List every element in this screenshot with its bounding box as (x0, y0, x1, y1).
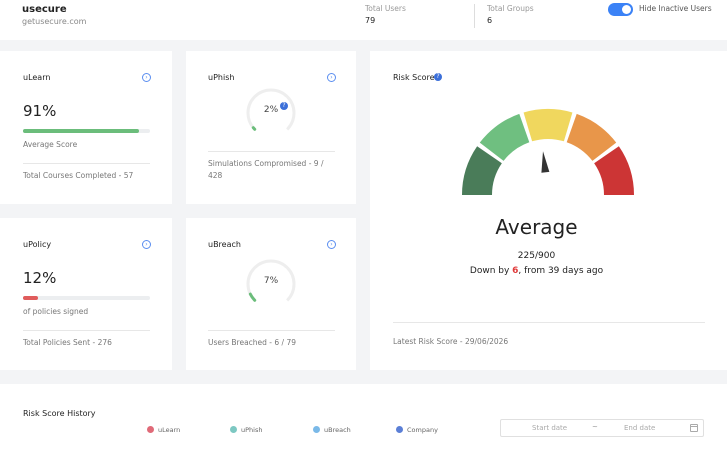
ulearn-footer: Total Courses Completed - 57 (23, 171, 134, 180)
total-groups-stat: Total Groups 6 (487, 4, 534, 25)
ulearn-title: uLearn (23, 73, 51, 82)
uphish-footer-line1: Simulations Compromised - 9 / (208, 159, 324, 168)
ulearn-progress-fill (23, 129, 139, 133)
help-icon[interactable]: ? (280, 102, 288, 110)
legend-company[interactable]: Company (407, 426, 438, 434)
risk-change-suffix: , from 39 days ago (518, 266, 604, 276)
hide-inactive-label: Hide Inactive Users (639, 4, 712, 13)
uphish-title: uPhish (208, 73, 235, 82)
company-domain: getusecure.com (22, 17, 87, 26)
toggle-knob (622, 5, 631, 14)
ubreach-footer: Users Breached - 6 / 79 (208, 338, 296, 347)
hide-inactive-toggle[interactable] (608, 3, 633, 16)
upolicy-progress-fill (23, 296, 39, 300)
upolicy-sub-label: of policies signed (23, 307, 89, 316)
upolicy-progress-track (23, 296, 150, 300)
ulearn-percent: 91% (23, 102, 57, 120)
legend-dot-uphish (230, 426, 237, 433)
risk-change: Down by 6, from 39 days ago (370, 266, 703, 276)
risk-score-value: 225/900 (517, 251, 556, 261)
risk-history-card: Risk Score History (0, 384, 727, 450)
legend-ubreach[interactable]: uBreach (324, 426, 351, 434)
divider (208, 330, 335, 331)
start-date-input[interactable]: Start date (532, 424, 567, 432)
legend-dot-company (396, 426, 403, 433)
total-groups-value: 6 (487, 16, 493, 25)
risk-gauge (462, 109, 634, 195)
risk-score-card: Risk Score ? Latest Risk Score - 29/06/2… (370, 51, 727, 370)
total-users-stat: Total Users 79 (365, 4, 406, 25)
stat-divider (474, 4, 475, 28)
divider (23, 330, 150, 331)
risk-level: Average (495, 215, 578, 239)
divider (23, 163, 150, 164)
risk-latest: Latest Risk Score - 29/06/2026 (393, 337, 509, 346)
risk-change-prefix: Down by (469, 266, 513, 276)
header: usecure getusecure.com Total Users 79 To… (0, 0, 727, 40)
divider (208, 151, 335, 152)
ulearn-card: uLearn › 91% Average Score Total Courses… (0, 51, 172, 204)
legend-ulearn[interactable]: uLearn (158, 426, 180, 434)
date-range-picker[interactable]: Start date ~ End date (500, 419, 704, 437)
uphish-footer-line2: 428 (208, 171, 223, 180)
info-icon[interactable]: › (142, 240, 151, 249)
gauge-segments (462, 109, 634, 195)
uphish-card: uPhish › 2% ? Simulations Compromised - … (186, 51, 356, 204)
upolicy-footer: Total Policies Sent - 276 (23, 338, 112, 347)
calendar-icon[interactable] (690, 424, 698, 432)
risk-history-title: Risk Score History (23, 409, 96, 418)
risk-score-title: Risk Score (393, 73, 435, 82)
ulearn-progress-track (23, 129, 150, 133)
upolicy-card: uPolicy › 12% of policies signed Total P… (0, 218, 172, 370)
info-icon[interactable]: › (327, 240, 336, 249)
company-name: usecure (22, 4, 67, 15)
legend-dot-ulearn (147, 426, 154, 433)
total-users-value: 79 (365, 16, 376, 25)
upolicy-title: uPolicy (23, 240, 52, 249)
legend-dot-ubreach (313, 426, 320, 433)
info-icon[interactable]: › (142, 73, 151, 82)
upolicy-percent: 12% (23, 269, 57, 287)
info-icon[interactable]: › (327, 73, 336, 82)
total-groups-label: Total Groups (487, 4, 534, 13)
ubreach-title: uBreach (208, 240, 241, 249)
date-separator: ~ (592, 423, 598, 431)
ubreach-percent: 7% (263, 276, 279, 286)
divider (393, 322, 705, 323)
end-date-input[interactable]: End date (624, 424, 655, 432)
ubreach-card: uBreach › 7% Users Breached - 6 / 79 (186, 218, 356, 370)
total-users-label: Total Users (365, 4, 406, 13)
gauge-needle (541, 151, 550, 173)
legend-uphish[interactable]: uPhish (241, 426, 262, 434)
ulearn-sub-label: Average Score (23, 140, 78, 149)
help-icon[interactable]: ? (434, 73, 442, 81)
gauge-segment-average (523, 109, 573, 142)
